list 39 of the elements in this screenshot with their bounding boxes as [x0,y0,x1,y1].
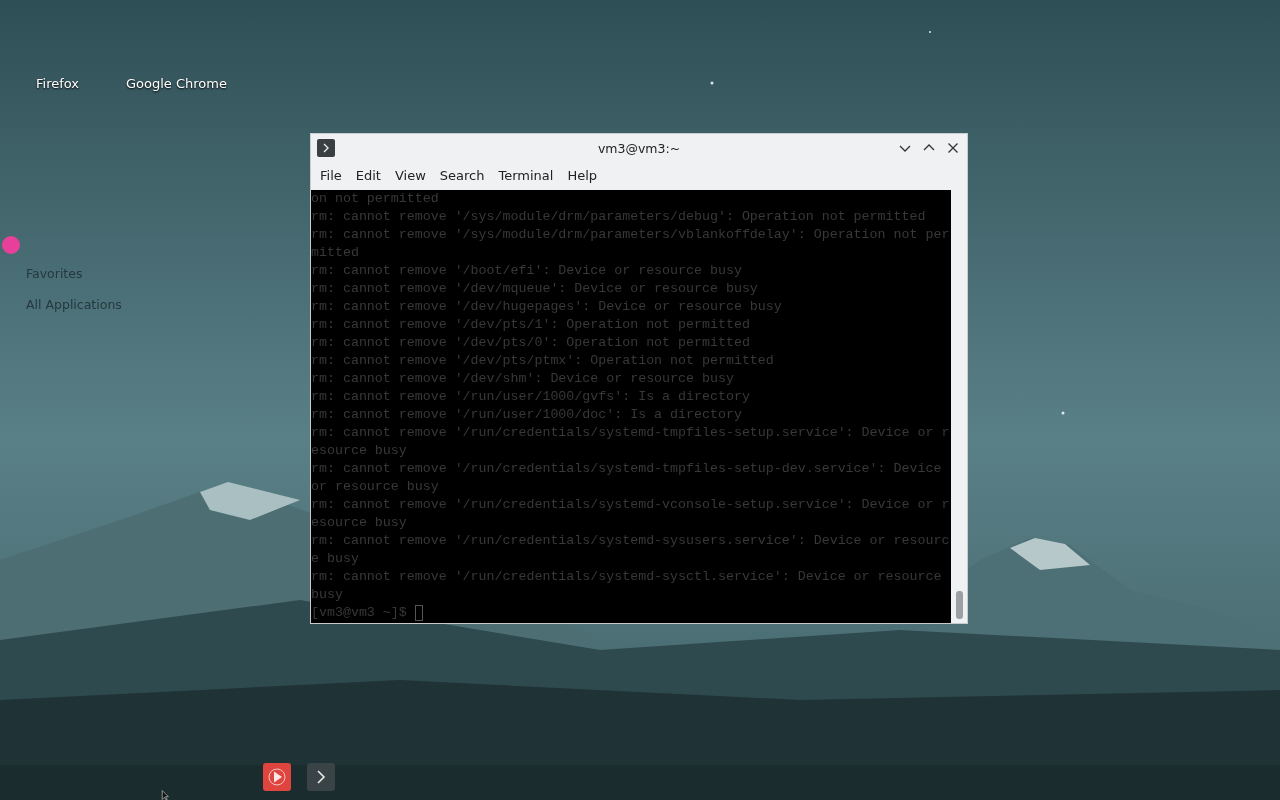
desktop-icon-label[interactable]: Google Chrome [126,76,227,91]
menu-item[interactable]: Help [560,168,605,183]
media-player-icon[interactable] [263,763,291,791]
output-line: rm: cannot remove '/dev/pts/ptmx': Operation not permitted [311,352,774,370]
output-line: rm: cannot remove '/dev/pts/1': Operation not permitted [311,316,750,334]
terminal-icon[interactable] [307,763,335,791]
menu-item[interactable]: View [387,168,433,183]
output-line: rm: cannot remove '/run/credentials/systemd-sysctl.service': Device or resource [311,568,942,586]
desktop-icon-label[interactable]: Firefox [36,76,80,91]
menu-item[interactable]: Edit [348,168,388,183]
output-line: e busy [311,550,359,568]
terminal-icon [317,139,335,157]
output-line: rm: cannot remove '/dev/mqueue': Device or resource busy [311,280,758,298]
shell-prompt: [vm3@vm3 ~]$ [311,604,407,622]
output-line: rm: cannot remove '/boot/efi': Device or resource busy [311,262,742,280]
output-line: rm: cannot remove '/run/credentials/systemd-tmpfiles-setup-dev.service': Device [311,460,942,478]
output-line: on not permitted [311,190,439,208]
output-line: rm: cannot remove '/run/credentials/systemd-tmpfiles-setup.service': Device or r [311,424,950,442]
output-line: rm: cannot remove '/run/credentials/systemd-sysusers.service': Device or resourc [311,532,950,550]
output-line: esource busy [311,442,407,460]
output-line: rm: cannot remove '/dev/pts/0': Operation not permitted [311,334,750,352]
window-title: vm3@vm3:~ [597,140,681,156]
output-line: busy [311,586,343,604]
text-cursor [414,605,423,621]
menu-item[interactable]: File [313,168,349,183]
menu-item[interactable]: Search [432,168,492,183]
output-line: rm: cannot remove '/run/credentials/systemd-vconsole-setup.service': Device or r [311,496,950,514]
output-line: rm: cannot remove '/dev/shm': Device or resource busy [311,370,734,388]
output-line: rm: cannot remove '/dev/hugepages': Device or resource busy [311,298,782,316]
output-line: rm: cannot remove '/sys/module/drm/parameters/vblankoffdelay': Operation not per [311,226,950,244]
close-icon[interactable] [947,142,959,154]
output-line: mitted [311,244,359,262]
output-line: or resource busy [311,478,439,496]
mouse-pointer-icon [159,790,171,800]
output-line: rm: cannot remove '/run/user/1000/gvfs': Is a directory [311,388,750,406]
output-line: rm: cannot remove '/run/user/1000/doc': Is a directory [311,406,742,424]
menu-item[interactable]: Terminal [491,168,561,183]
output-line: rm: cannot remove '/sys/module/drm/parameters/debug': Operation not permitted [311,208,926,226]
output-line: esource busy [311,514,407,532]
